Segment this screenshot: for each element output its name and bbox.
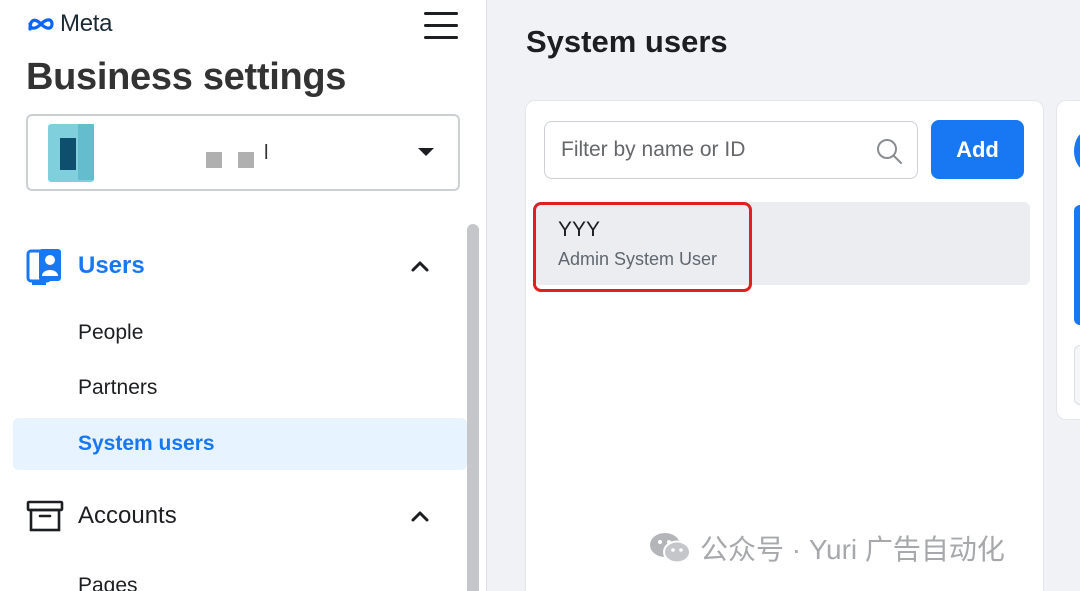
section-users[interactable]: Users [26,244,446,288]
search-icon [877,139,902,164]
sidebar-scrollbar[interactable] [467,224,479,591]
section-users-label: Users [78,252,145,279]
archive-box-icon [26,500,64,532]
sidebar-item-system-users[interactable]: System users [13,418,467,470]
sidebar-item-label: System users [78,432,215,455]
system-user-name: YYY [558,218,601,241]
caret-down-icon [418,148,434,156]
wechat-icon [650,533,691,564]
users-icon [26,249,61,285]
meta-brand-text: Meta [60,10,113,37]
sidebar-item-label: Pages [78,574,138,591]
detail-tab-active[interactable] [1074,205,1080,325]
detail-field [1074,345,1080,405]
main-title: System users [526,24,728,59]
redacted-block [206,152,222,168]
section-accounts-label: Accounts [78,502,177,529]
menu-icon[interactable] [424,12,458,40]
sidebar: Meta Business settings l Users People Pa… [0,0,487,591]
chevron-up-icon [411,511,429,522]
filter-field[interactable] [544,121,918,179]
business-logo [48,124,94,182]
meta-logo[interactable]: Meta [26,10,112,38]
meta-infinity-icon [28,18,54,31]
add-button[interactable]: Add [931,120,1024,179]
sidebar-item-partners[interactable]: Partners [13,362,467,414]
watermark: 公众号 · Yuri 广告自动化 [648,528,1005,568]
sidebar-item-label: People [78,321,144,344]
redacted-block [238,152,254,168]
business-account-selector[interactable]: l [26,114,460,191]
sidebar-item-label: Partners [78,376,158,399]
page-heading: Business settings [26,56,347,98]
section-accounts[interactable]: Accounts [26,494,446,538]
watermark-text: 公众号 · Yuri 广告自动化 [700,534,1005,565]
system-user-row[interactable]: YYY Admin System User [534,202,1030,285]
system-user-role: Admin System User [558,249,718,269]
chevron-up-icon [411,261,429,272]
business-name: l [264,142,269,164]
sidebar-item-pages[interactable]: Pages [13,560,467,591]
filter-input[interactable] [561,138,861,162]
sidebar-item-people[interactable]: People [13,307,467,359]
